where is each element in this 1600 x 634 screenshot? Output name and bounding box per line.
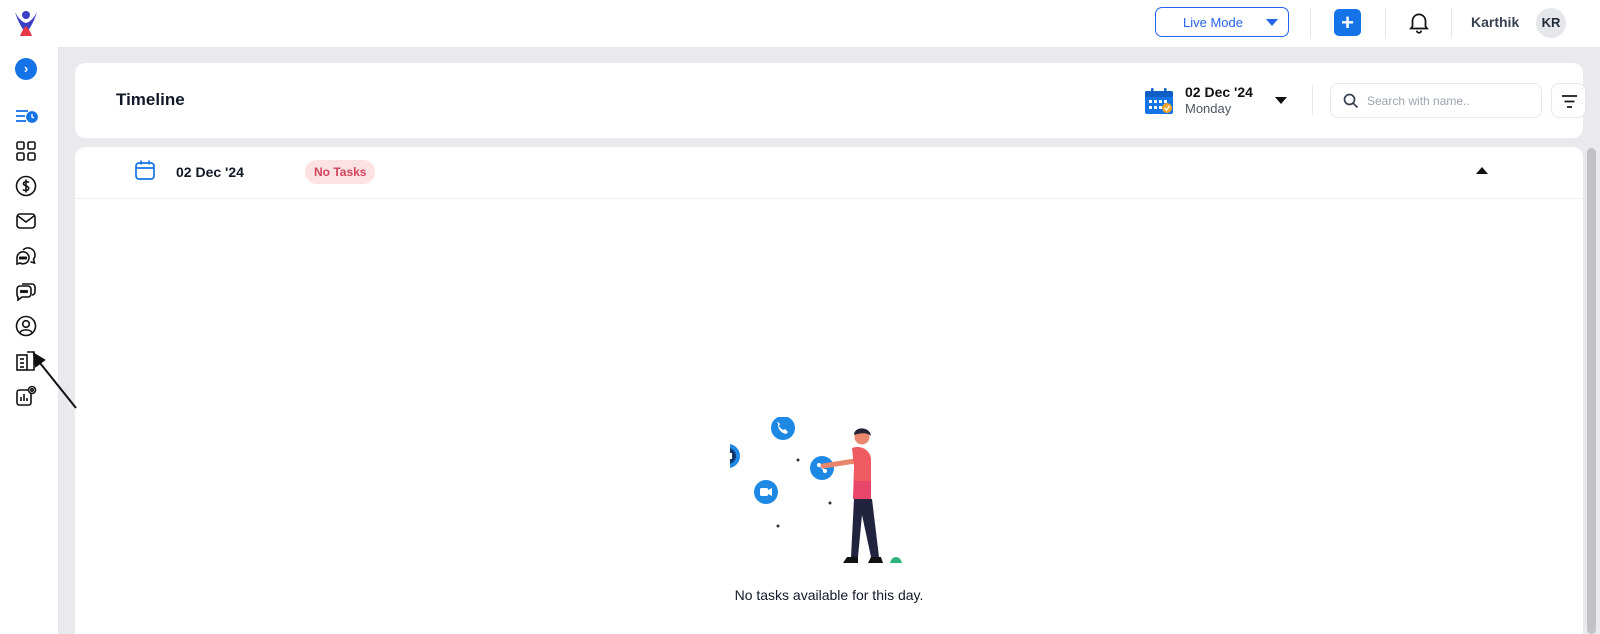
page-title: Timeline bbox=[116, 90, 185, 109]
sidebar: › bbox=[0, 47, 59, 634]
divider bbox=[1312, 85, 1313, 115]
calendar-icon[interactable] bbox=[1144, 87, 1174, 115]
chevron-down-icon bbox=[1266, 19, 1278, 26]
divider bbox=[1385, 8, 1386, 38]
search-icon bbox=[1343, 93, 1359, 109]
conversation-icon[interactable] bbox=[14, 279, 38, 303]
scrollbar[interactable] bbox=[1587, 148, 1596, 634]
status-badge: No Tasks bbox=[305, 160, 376, 184]
main-content: Timeline 02 Dec '24 Monday Search with n… bbox=[59, 47, 1600, 634]
chat-bubbles-icon[interactable] bbox=[14, 244, 38, 268]
timeline-header: Timeline 02 Dec '24 Monday bbox=[75, 63, 1586, 138]
add-button[interactable]: + bbox=[1334, 9, 1361, 36]
top-bar: Live Mode + Karthik KR bbox=[0, 0, 1600, 47]
divider bbox=[1451, 8, 1452, 38]
dollar-icon[interactable] bbox=[14, 174, 38, 198]
day-group-header[interactable]: 02 Dec '24 No Tasks bbox=[75, 147, 1583, 199]
bell-icon[interactable] bbox=[1406, 9, 1432, 35]
chevron-down-icon[interactable] bbox=[1275, 97, 1287, 104]
divider bbox=[1310, 8, 1311, 38]
arrow-cursor-icon bbox=[32, 352, 77, 409]
filter-icon bbox=[1562, 95, 1577, 108]
timeline-icon[interactable] bbox=[14, 105, 38, 129]
avatar[interactable]: KR bbox=[1536, 8, 1566, 38]
mode-select[interactable]: Live Mode bbox=[1155, 7, 1289, 37]
timeline-content: 02 Dec '24 No Tasks No tasks available f… bbox=[75, 147, 1583, 634]
empty-state-illustration bbox=[730, 417, 902, 563]
chevron-up-icon[interactable] bbox=[1476, 167, 1488, 174]
day-group-date: 02 Dec '24 bbox=[176, 164, 244, 180]
user-circle-icon[interactable] bbox=[14, 314, 38, 338]
mode-label: Live Mode bbox=[1183, 14, 1243, 30]
selected-weekday: Monday bbox=[1185, 101, 1232, 116]
user-name[interactable]: Karthik bbox=[1471, 14, 1519, 30]
selected-date[interactable]: 02 Dec '24 bbox=[1185, 84, 1253, 100]
app-logo[interactable] bbox=[10, 6, 42, 38]
empty-state-message: No tasks available for this day. bbox=[734, 587, 924, 603]
search-input[interactable] bbox=[1367, 92, 1532, 110]
calendar-icon bbox=[135, 160, 155, 180]
sidebar-expand-button[interactable]: › bbox=[15, 58, 37, 80]
search-box[interactable] bbox=[1330, 83, 1542, 118]
mail-icon[interactable] bbox=[14, 209, 38, 233]
filter-button[interactable] bbox=[1551, 83, 1586, 118]
dashboard-grid-icon[interactable] bbox=[14, 139, 38, 163]
